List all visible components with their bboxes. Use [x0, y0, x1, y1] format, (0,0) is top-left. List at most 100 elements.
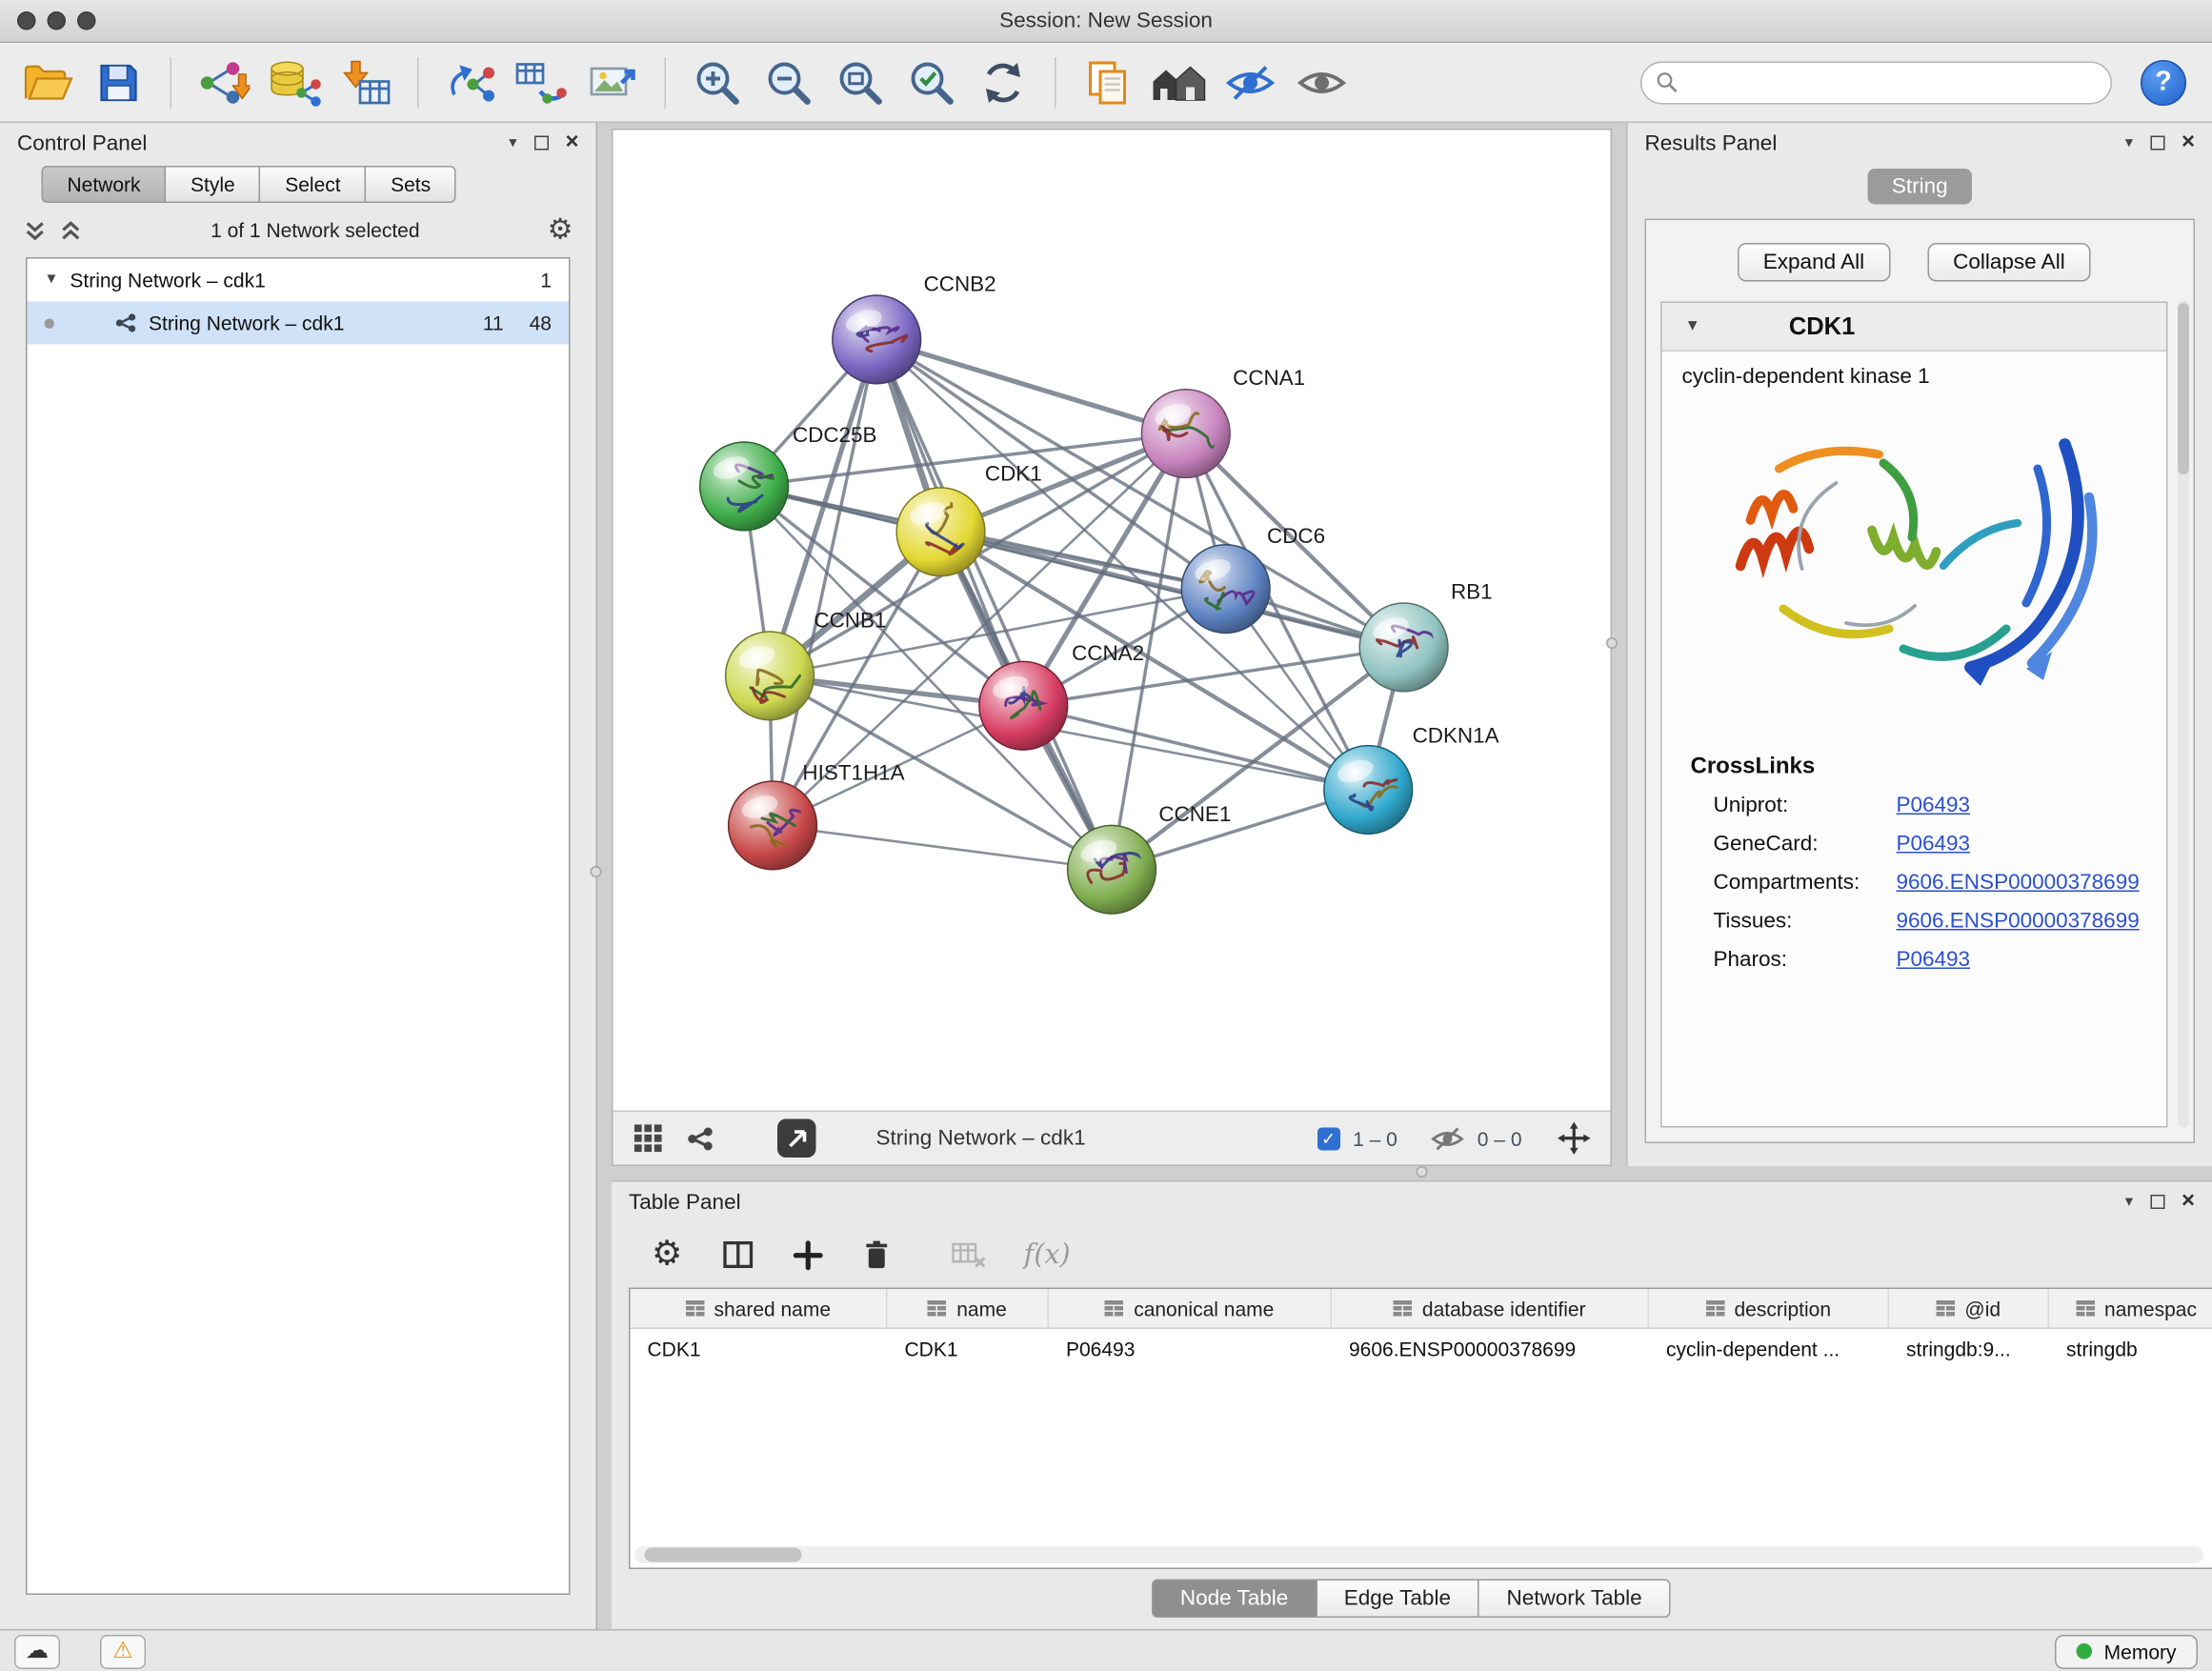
- warnings-button[interactable]: ⚠: [100, 1634, 146, 1668]
- network-edge[interactable]: [773, 825, 1112, 869]
- collection-expand-icon[interactable]: ▼: [45, 273, 59, 288]
- splitter-handle[interactable]: [591, 866, 602, 877]
- tab-network[interactable]: Network: [42, 166, 167, 203]
- network-node[interactable]: [1181, 545, 1270, 634]
- function-builder-label[interactable]: f(x): [1024, 1239, 1071, 1271]
- column-header[interactable]: namespac: [2049, 1289, 2212, 1328]
- panel-collapse-icon[interactable]: ▾: [2125, 135, 2133, 151]
- network-row[interactable]: String Network – cdk1 11 48: [28, 302, 570, 345]
- window-minimize-button[interactable]: [48, 11, 67, 30]
- table-row[interactable]: CDK1CDK1P064939606.ENSP00000378699cyclin…: [631, 1329, 2212, 1368]
- crosslink-row: Pharos:P06493: [1662, 940, 2167, 979]
- column-header[interactable]: canonical name: [1049, 1289, 1332, 1328]
- network-node[interactable]: [729, 781, 817, 870]
- zoom-in-button[interactable]: [685, 50, 751, 115]
- crosslink-value-link[interactable]: 9606.ENSP00000378699: [1897, 871, 2140, 896]
- show-columns-icon[interactable]: [721, 1239, 754, 1271]
- move-crosshair-icon[interactable]: [1558, 1122, 1591, 1156]
- network-options-gear-icon[interactable]: ⚙: [548, 216, 573, 245]
- crosslink-value-link[interactable]: P06493: [1897, 948, 1971, 973]
- tab-network-table[interactable]: Network Table: [1478, 1580, 1670, 1619]
- panel-float-icon[interactable]: [2150, 136, 2164, 151]
- help-button[interactable]: ?: [2141, 59, 2186, 105]
- panel-close-icon[interactable]: ×: [2182, 131, 2195, 154]
- crosslink-value-link[interactable]: 9606.ENSP00000378699: [1897, 909, 2140, 934]
- window-zoom-button[interactable]: [77, 11, 96, 30]
- cloud-status-button[interactable]: ☁: [14, 1634, 60, 1668]
- network-edge[interactable]: [876, 339, 1186, 433]
- collapse-all-button[interactable]: Collapse All: [1927, 243, 2091, 282]
- column-header[interactable]: @id: [1889, 1289, 2049, 1328]
- network-node[interactable]: [1324, 746, 1413, 835]
- search-input[interactable]: [1688, 70, 2097, 93]
- panel-collapse-icon[interactable]: ▾: [509, 135, 516, 151]
- export-image-button[interactable]: [580, 50, 646, 115]
- panel-float-icon[interactable]: [2150, 1195, 2164, 1209]
- network-edge[interactable]: [773, 339, 876, 825]
- column-header[interactable]: shared name: [631, 1289, 888, 1328]
- network-canvas[interactable]: CCNB2CCNA1CDC25BCDK1CDC6RB1CCNB1CCNA2CDK…: [613, 131, 1611, 1111]
- import-network-database-button[interactable]: [262, 50, 328, 115]
- tab-node-table[interactable]: Node Table: [1152, 1580, 1317, 1619]
- import-network-file-button[interactable]: [191, 50, 256, 115]
- save-session-button[interactable]: [86, 50, 151, 115]
- network-from-table-button[interactable]: [509, 50, 574, 115]
- splitter-handle[interactable]: [1417, 1166, 1428, 1178]
- network-node[interactable]: [833, 295, 921, 384]
- grid-view-icon[interactable]: [633, 1123, 664, 1154]
- panel-close-icon[interactable]: ×: [565, 131, 578, 154]
- string-tab-badge[interactable]: String: [1867, 169, 1972, 205]
- hidden-eye-slash-icon[interactable]: [1430, 1124, 1464, 1153]
- cloud-icon: ☁: [26, 1640, 49, 1662]
- panel-float-icon[interactable]: [533, 136, 548, 151]
- zoom-fit-button[interactable]: [828, 50, 894, 115]
- panel-close-icon[interactable]: ×: [2182, 1191, 2195, 1214]
- column-header[interactable]: name: [888, 1289, 1050, 1328]
- protein-collapse-icon[interactable]: ▼: [1685, 319, 1700, 335]
- window-close-button[interactable]: [17, 11, 36, 30]
- panel-collapse-icon[interactable]: ▾: [2125, 1194, 2133, 1210]
- network-node[interactable]: [979, 661, 1068, 750]
- table-options-gear-icon[interactable]: ⚙: [652, 1238, 682, 1272]
- import-table-button[interactable]: [333, 50, 399, 115]
- show-details-button[interactable]: [1289, 50, 1355, 115]
- network-node[interactable]: [896, 488, 985, 576]
- apply-layout-button[interactable]: [971, 50, 1036, 115]
- crosslink-value-link[interactable]: P06493: [1897, 794, 1971, 818]
- open-session-button[interactable]: [14, 50, 80, 115]
- tab-sets[interactable]: Sets: [365, 166, 456, 203]
- network-overview-icon[interactable]: [686, 1124, 714, 1153]
- graphics-details-button[interactable]: [1146, 50, 1212, 115]
- expand-all-button[interactable]: Expand All: [1738, 243, 1890, 282]
- add-column-icon[interactable]: [793, 1239, 823, 1270]
- delete-icon[interactable]: [861, 1238, 892, 1272]
- hide-details-button[interactable]: [1217, 50, 1283, 115]
- tab-select[interactable]: Select: [259, 166, 366, 203]
- open-in-new-window-button[interactable]: [777, 1119, 816, 1158]
- search-box[interactable]: [1640, 61, 2112, 104]
- network-node[interactable]: [726, 632, 814, 720]
- new-network-button[interactable]: [437, 50, 503, 115]
- collapse-all-networks-icon[interactable]: [59, 219, 84, 241]
- network-edge[interactable]: [876, 339, 1112, 869]
- toolbar-separator: [1055, 56, 1056, 108]
- network-node[interactable]: [1359, 603, 1448, 692]
- table-horizontal-scrollbar[interactable]: [634, 1546, 2203, 1563]
- copy-snapshot-button[interactable]: [1075, 50, 1140, 115]
- column-header[interactable]: description: [1649, 1289, 1889, 1328]
- results-scrollbar[interactable]: [2178, 300, 2189, 1128]
- network-node[interactable]: [1068, 825, 1156, 914]
- selected-checkbox-icon[interactable]: [1317, 1127, 1340, 1150]
- network-collection-row[interactable]: ▼ String Network – cdk1 1: [28, 259, 570, 302]
- zoom-out-button[interactable]: [756, 50, 822, 115]
- splitter-handle[interactable]: [1606, 637, 1618, 649]
- crosslink-value-link[interactable]: P06493: [1897, 832, 1971, 856]
- zoom-selected-button[interactable]: [899, 50, 965, 115]
- network-node[interactable]: [700, 442, 789, 531]
- memory-button[interactable]: Memory: [2056, 1634, 2198, 1668]
- tab-edge-table[interactable]: Edge Table: [1316, 1580, 1479, 1619]
- network-node[interactable]: [1141, 390, 1230, 478]
- tab-style[interactable]: Style: [165, 166, 261, 203]
- column-header[interactable]: database identifier: [1332, 1289, 1649, 1328]
- expand-all-networks-icon[interactable]: [23, 219, 48, 241]
